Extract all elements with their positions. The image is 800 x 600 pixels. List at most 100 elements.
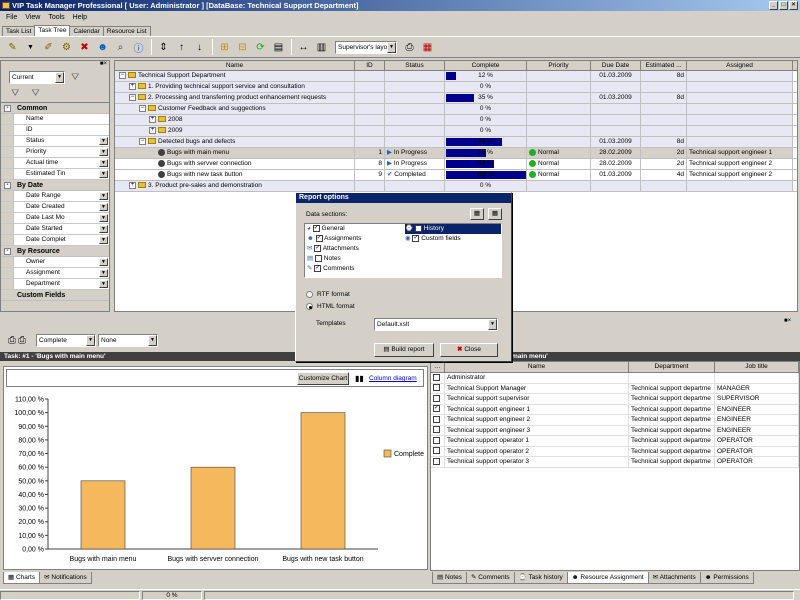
filter-icon[interactable]: ⛛ — [71, 72, 79, 83]
filter-row[interactable]: Name — [1, 114, 109, 125]
move-up-down-icon[interactable]: ⇕ — [155, 39, 172, 56]
fit-width-icon[interactable]: ↔ — [295, 39, 312, 56]
resource-row[interactable]: Technical support operator 3 Technical su… — [431, 457, 799, 468]
tab-task-history[interactable]: ⌚ Task history — [513, 572, 568, 584]
expand-icon[interactable]: − — [119, 71, 126, 79]
chevron-down-icon[interactable]: ▼ — [99, 269, 108, 277]
filter-row[interactable]: Status ▼ — [1, 136, 109, 147]
refresh-icon[interactable]: ⟳ — [252, 39, 269, 56]
grid-col-5[interactable]: Due Date — [591, 61, 641, 70]
resource-row[interactable]: Technical support operator 2 Technical su… — [431, 446, 799, 457]
close-button[interactable]: × — [789, 1, 798, 10]
filter-group-0[interactable]: - Common — [1, 103, 109, 114]
delete-task-icon[interactable]: ✖ — [76, 39, 93, 56]
tab-task-list[interactable]: Task List — [2, 26, 36, 36]
maximize-button[interactable]: □ — [779, 1, 788, 10]
grid-col-0[interactable]: Name — [115, 61, 355, 70]
filter-row[interactable]: Owner ▼ — [1, 257, 109, 268]
table-row[interactable]: Bugs with servver connection 8 ▶ In Progre… — [115, 159, 797, 170]
resource-checkbox[interactable] — [433, 436, 440, 444]
export-icon[interactable]: ▤ — [270, 39, 287, 56]
table-row[interactable]: +2008 0 % — [115, 115, 797, 126]
tab-notifications[interactable]: ✉ Notifications — [39, 572, 92, 584]
resource-checkbox[interactable]: ✓ — [433, 405, 440, 413]
menu-tools[interactable]: Tools — [48, 14, 64, 21]
tab-task-tree[interactable]: Task Tree — [34, 25, 71, 36]
panel-close-icon[interactable]: ■× — [100, 61, 107, 67]
table-row[interactable]: Bugs with main menu 1 ▶ In Progress 50 % Nor… — [115, 148, 797, 159]
columns-icon[interactable]: ▥ — [313, 39, 330, 56]
grid-col-3[interactable]: Complete — [445, 61, 527, 70]
chevron-down-icon[interactable]: ▼ — [99, 159, 108, 167]
filter-row[interactable]: Estimated Tin ▼ — [1, 169, 109, 180]
tab-notes[interactable]: ▤ Notes — [432, 572, 467, 584]
chevron-down-icon[interactable]: ▼ — [99, 137, 108, 145]
resource-checkbox[interactable] — [433, 373, 440, 381]
html-format-radio[interactable]: HTML format — [306, 303, 355, 310]
col-check[interactable]: ... — [431, 362, 445, 372]
tab-charts[interactable]: ▦ Charts — [3, 572, 41, 584]
tab-resource-assignment[interactable]: ☻ Resource Assignment — [566, 572, 649, 584]
panel-pin-icon[interactable]: ■× — [784, 318, 791, 324]
minimize-button[interactable]: _ — [769, 1, 778, 10]
section-checkbox[interactable]: ✓ — [314, 264, 322, 272]
table-row[interactable]: Bugs with new task button 9 ✔ Completed 100… — [115, 170, 797, 181]
check-all-button[interactable]: ▦ — [470, 208, 484, 220]
expand-icon[interactable]: − — [139, 137, 146, 145]
custom-fields-group[interactable]: Custom Fields — [1, 290, 109, 301]
filter-row[interactable]: ID — [1, 125, 109, 136]
expand-icon[interactable]: + — [149, 126, 156, 134]
table-row[interactable]: +3. Product pre-sales and demonstration 0… — [115, 181, 797, 192]
assign-task-icon[interactable]: ☻ — [94, 39, 111, 56]
filter-row[interactable]: Date Started ▼ — [1, 224, 109, 235]
section-checkbox[interactable]: ✓ — [315, 234, 323, 242]
print-icon[interactable]: ⎙ — [8, 335, 16, 346]
grid-col-1[interactable]: ID — [355, 61, 385, 70]
resource-checkbox[interactable] — [433, 394, 440, 402]
filter-scope-combo[interactable]: Current ▼ — [9, 70, 65, 84]
section-item[interactable]: ✉ ✓ Attachments — [307, 244, 359, 254]
grid-col-4[interactable]: Priority — [527, 61, 591, 70]
expand-icon[interactable]: − — [129, 93, 136, 101]
filter-group-1[interactable]: - By Date — [1, 180, 109, 191]
uncheck-all-button[interactable]: ▦ — [488, 208, 502, 220]
table-row[interactable]: −2. Processing and transferring product … — [115, 93, 797, 104]
filter-row[interactable]: Department ▼ — [1, 279, 109, 290]
menu-file[interactable]: File — [6, 14, 17, 21]
section-item[interactable]: ◉ ✓ Custom fields — [405, 234, 461, 244]
chevron-down-icon[interactable]: ▼ — [99, 258, 108, 266]
section-checkbox[interactable] — [314, 254, 322, 262]
collapse-icon[interactable]: - — [4, 105, 11, 112]
tab-resource-list[interactable]: Resource List — [102, 26, 151, 36]
expand-icon[interactable]: + — [149, 115, 156, 123]
collapse-icon[interactable]: - — [4, 248, 11, 255]
grid-col-2[interactable]: Status — [385, 61, 445, 70]
chevron-down-icon[interactable]: ▼ — [99, 192, 108, 200]
col-department[interactable]: Department — [629, 362, 715, 372]
section-checkbox[interactable]: ✓ — [314, 244, 322, 252]
chevron-down-icon[interactable]: ▼ — [99, 170, 108, 178]
section-checkbox[interactable]: ✓ — [412, 234, 420, 242]
dialog-close-button[interactable]: ✖ Close — [440, 343, 498, 357]
collapse-tree-icon[interactable]: ⊟ — [234, 39, 251, 56]
chevron-down-icon[interactable]: ▼ — [99, 225, 108, 233]
menu-help[interactable]: Help — [73, 14, 87, 21]
table-row[interactable]: − Detected bugs and defects 70 % 01.03.2009… — [115, 137, 797, 148]
section-checkbox[interactable]: ✓ — [312, 224, 320, 232]
filter-row[interactable]: Actual time ▼ — [1, 158, 109, 169]
grouping-combo[interactable]: None ▼ — [98, 333, 158, 347]
build-report-button[interactable]: ▤ Build report — [374, 343, 434, 357]
expand-tree-icon[interactable]: ⊞ — [216, 39, 233, 56]
section-item[interactable]: ▤ Notes — [307, 254, 341, 264]
filter-row[interactable]: Date Last Mo ▼ — [1, 213, 109, 224]
resource-row[interactable]: Technical support engineer 2 Technical su… — [431, 415, 799, 426]
table-row[interactable]: − Technical Support Department 12 % 01.03.2… — [115, 71, 797, 82]
filter-row[interactable]: Assignment ▼ — [1, 268, 109, 279]
tab-attachments[interactable]: ✉ Attachments — [647, 572, 701, 584]
resource-checkbox[interactable] — [433, 384, 440, 392]
filter-apply-icon[interactable]: ⛛ — [11, 88, 19, 99]
chevron-down-icon[interactable]: ▼ — [99, 280, 108, 288]
resource-row[interactable]: ✓ Technical support engineer 1 Technical s… — [431, 404, 799, 415]
find-task-icon[interactable]: ⌕ — [112, 39, 129, 56]
print-icon[interactable]: ⎙ — [401, 39, 418, 56]
